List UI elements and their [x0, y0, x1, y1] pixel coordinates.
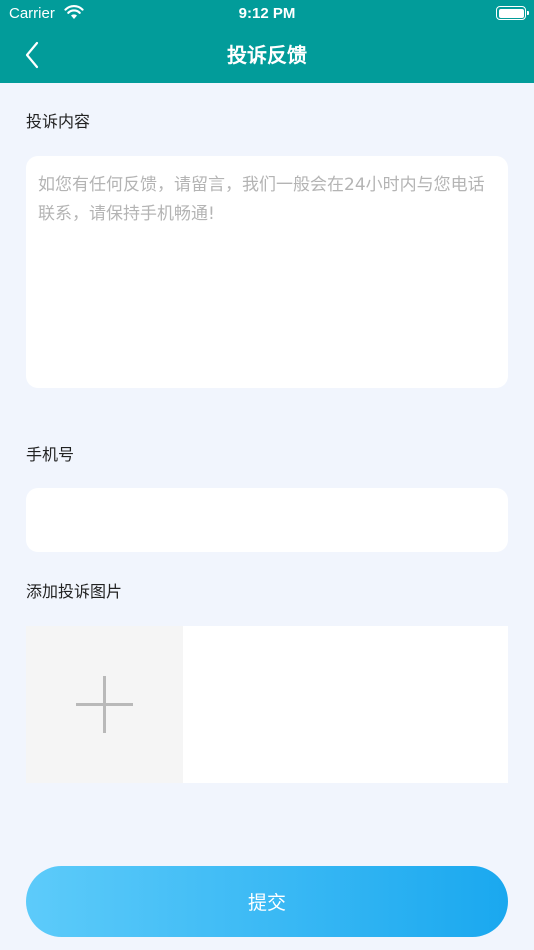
- status-bar: Carrier 9:12 PM: [0, 0, 534, 28]
- page-title: 投诉反馈: [227, 43, 307, 67]
- chevron-left-icon[interactable]: [22, 40, 44, 70]
- navigation-header: Carrier 9:12 PM 投诉反馈: [0, 0, 534, 83]
- phone-field-card: [26, 488, 508, 552]
- add-image-button[interactable]: [26, 626, 183, 783]
- clock: 9:12 PM: [238, 5, 296, 22]
- battery-icon: [496, 6, 529, 20]
- complaint-content-card: [26, 156, 508, 388]
- complaint-content-textarea[interactable]: [26, 156, 508, 388]
- phone-field[interactable]: [26, 488, 508, 552]
- complaint-content-label: 投诉内容: [26, 112, 91, 131]
- submit-button[interactable]: 提交: [26, 866, 508, 937]
- phone-label: 手机号: [26, 445, 75, 464]
- add-image-label: 添加投诉图片: [26, 582, 123, 601]
- image-upload-area: [26, 626, 508, 783]
